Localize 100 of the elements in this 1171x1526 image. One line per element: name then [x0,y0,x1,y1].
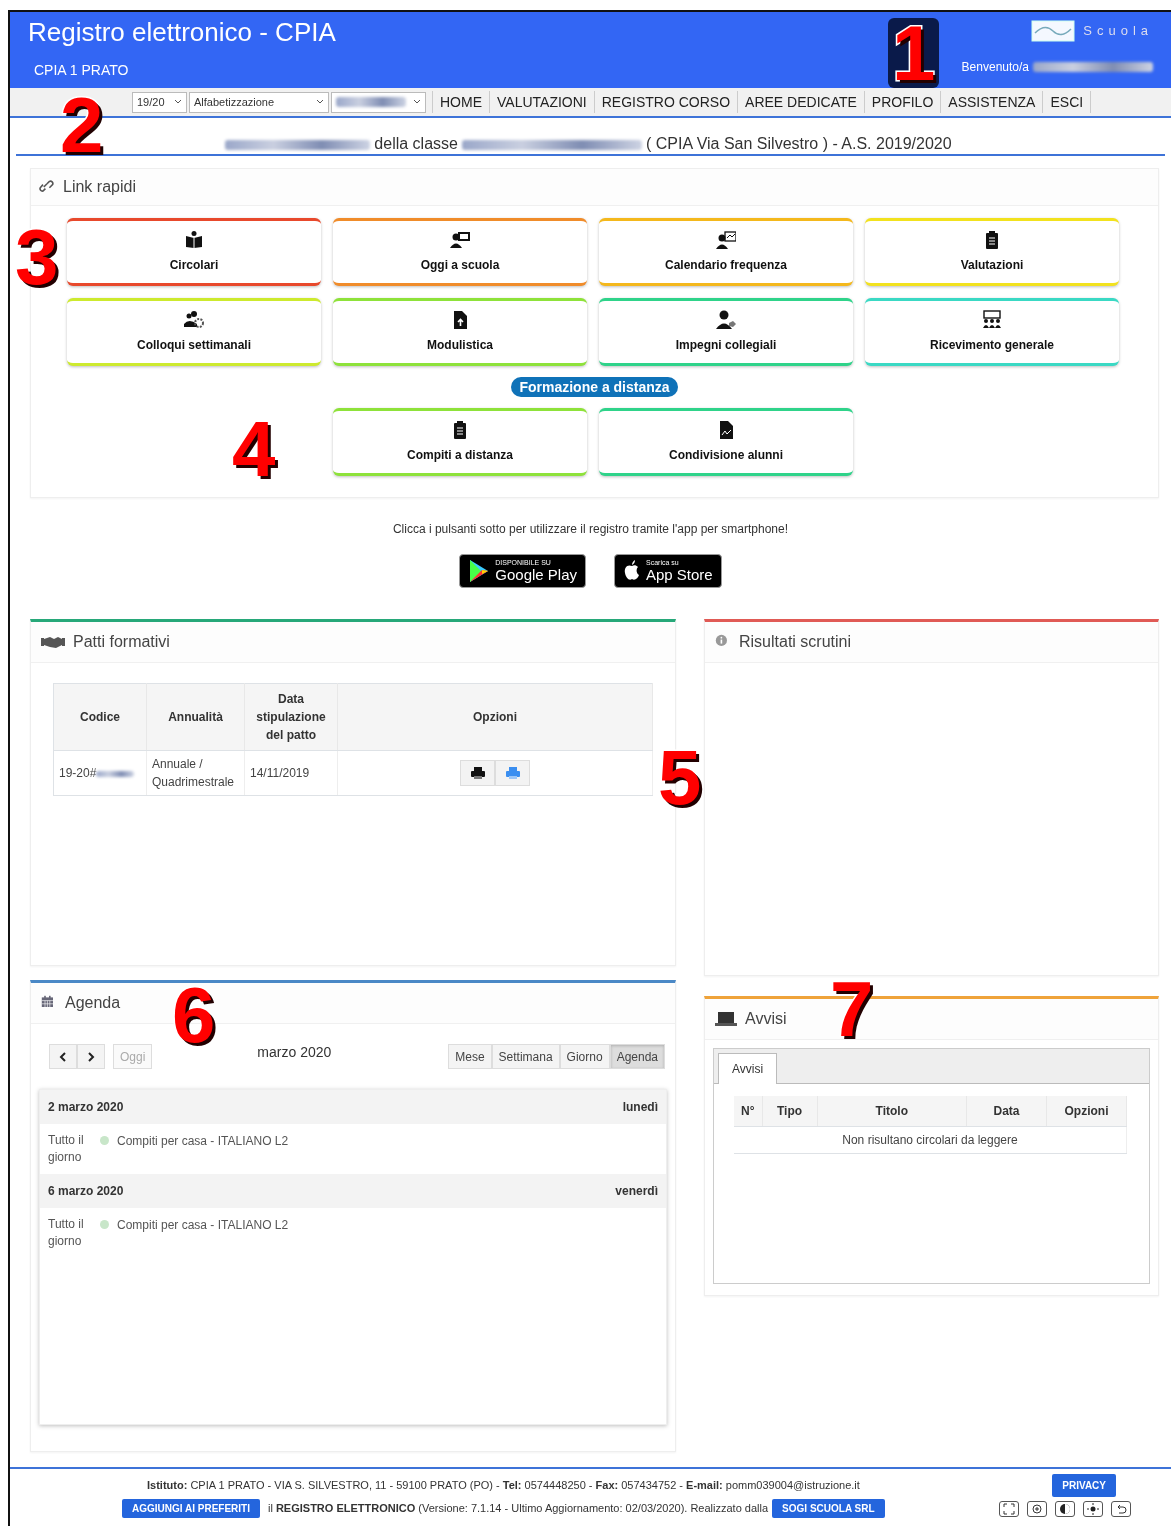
store-name: Google Play [495,567,577,583]
month-label: marzo 2020 [257,1043,332,1062]
contrast-icon [1059,1502,1071,1515]
nav-link[interactable]: ESCI [1043,91,1092,113]
column-header: Data [966,1096,1047,1127]
column-header: Data stipulazione del patto [244,683,338,751]
column-header: Tipo [762,1096,817,1127]
quick-link-tile[interactable]: Impegni collegiali [599,298,853,366]
laptop-icon [715,1011,737,1027]
favorites-button[interactable]: AGGIUNGI AI PREFERITI [122,1499,260,1518]
empty-message: Non risultano circolari da leggere [734,1126,1127,1154]
column-header: Annualità [146,683,245,751]
class-info-text: della classe [374,135,458,152]
people-gear-icon [184,310,204,330]
column-header: Opzioni [1046,1096,1127,1127]
column-header: Titolo [817,1096,967,1127]
event-time: Tutto il giorno [48,1132,85,1166]
select-field[interactable]: 19/20 [132,91,187,113]
column-header: Codice [53,683,147,751]
column-header: N° [734,1096,762,1127]
view-tab[interactable]: Giorno [559,1044,610,1069]
panel-title: Avvisi [745,1009,787,1029]
quick-link-tile[interactable]: Calendario frequenza [599,218,853,286]
annotation-number: 1 [888,18,940,88]
panel-title: Risultati scrutini [739,632,852,652]
view-tab[interactable]: Settimana [491,1044,560,1069]
person-chart-icon [716,230,736,250]
nav-link[interactable]: AREE DEDICATE [738,91,865,113]
section-badge: Formazione a distanza [511,377,678,397]
print-button[interactable] [460,760,495,786]
day-date: 2 marzo 2020 [48,1099,124,1116]
day-weekday: venerdì [615,1183,658,1200]
quick-link-tile[interactable]: Valutazioni [865,218,1119,286]
nav-link[interactable]: HOME [432,91,490,113]
view-tab[interactable]: Agenda [609,1044,665,1069]
nav-link[interactable]: ASSISTENZA [941,91,1044,113]
accessibility-button[interactable] [999,1500,1019,1517]
apple-logo-icon [623,560,641,582]
annotation-number: 5 [658,742,702,812]
nav-link[interactable]: VALUTAZIONI [490,91,595,113]
nav-link[interactable]: PROFILO [864,91,942,113]
quick-link-tile[interactable]: Ricevimento generale [865,298,1119,366]
caret-icon [174,99,182,105]
welcome-text: Benvenuto/a [961,59,1029,76]
group-board-icon [982,310,1002,330]
quick-link-tile[interactable]: Condivisione alunni [599,408,853,476]
app-hint-text: Clicca i pulsanti sotto per utilizzare il registro tramite l'app per smartphone! [391,521,790,538]
zoom-icon [1031,1502,1043,1515]
accessibility-button[interactable] [1111,1500,1131,1517]
event-time: Tutto il giorno [48,1216,85,1250]
panel-title: Patti formativi [73,632,170,652]
app-title: Registro elettronico - CPIA [28,16,336,48]
accessibility-button[interactable] [1055,1500,1075,1517]
printer-icon [504,766,521,780]
day-date: 6 marzo 2020 [48,1183,124,1200]
wave-logo-icon [1031,20,1076,42]
person-tag-icon [716,310,736,330]
expand-icon [1003,1502,1015,1515]
accessibility-button[interactable] [1083,1500,1103,1517]
quick-link-tile[interactable]: Colloqui settimanali [67,298,321,366]
logo-text: Scuola [1083,22,1153,41]
view-tab[interactable]: Mese [448,1044,492,1069]
select-field[interactable] [331,91,426,113]
nav-link[interactable]: REGISTRO CORSO [594,91,739,113]
address-text: Istituto: CPIA 1 PRATO - VIA S. SILVESTRO, 11 - 59100 PRATO (PO) - Tel: 0574448250 - Fax: 057434752 - E-mail: pomm039004@istruzione.it [147,1478,860,1494]
caret-icon [413,99,421,105]
class-info-text: ( CPIA Via San Silvestro ) - A.S. 2019/2020 [645,135,952,152]
previous-button[interactable] [49,1044,77,1069]
panel-title: Link rapidi [63,177,136,197]
event-title[interactable]: Compiti per casa - ITALIANO L2 [117,1216,289,1250]
school-name: CPIA 1 PRATO [34,61,130,80]
company-button[interactable]: SOGI SCUOLA SRL [772,1499,885,1518]
quick-link-tile[interactable]: Modulistica [333,298,587,366]
person-board-icon [450,230,470,250]
privacy-button[interactable]: PRIVACY [1052,1474,1116,1497]
tab[interactable]: Avvisi [718,1053,778,1084]
version-text: il REGISTRO ELETTRONICO (Versione: 7.1.14 - Ultimo Aggiornamento: 02/03/2020). Realizzato dalla [267,1501,769,1517]
chevron-right-icon [87,1052,95,1063]
day-weekday: lunedì [622,1099,658,1116]
accessibility-button[interactable] [1027,1500,1047,1517]
event-title[interactable]: Compiti per casa - ITALIANO L2 [117,1132,289,1166]
quick-link-tile[interactable]: Oggi a scuola [333,218,587,286]
table-cell: Annuale / Quadrimestrale [146,750,245,796]
column-header: Opzioni [337,683,653,751]
quick-link-tile[interactable]: Compiti a distanza [333,408,587,476]
quick-link-tile[interactable]: Circolari [67,218,321,286]
annotation-number: 6 [172,980,216,1050]
panel-title: Agenda [65,993,121,1013]
select-field[interactable]: Alfabetizzazione [189,91,329,113]
brightness-icon [1087,1502,1099,1515]
link-icon [39,179,55,195]
caret-icon [316,99,324,105]
next-button[interactable] [77,1044,105,1069]
annotation-number: 4 [232,414,276,484]
table-cell: 14/11/2019 [244,750,338,796]
chevron-left-icon [59,1052,67,1063]
table-cell: 19-20# [53,750,147,796]
book-reader-icon [184,230,204,250]
store-name: App Store [646,567,713,583]
printer-icon [469,766,486,780]
